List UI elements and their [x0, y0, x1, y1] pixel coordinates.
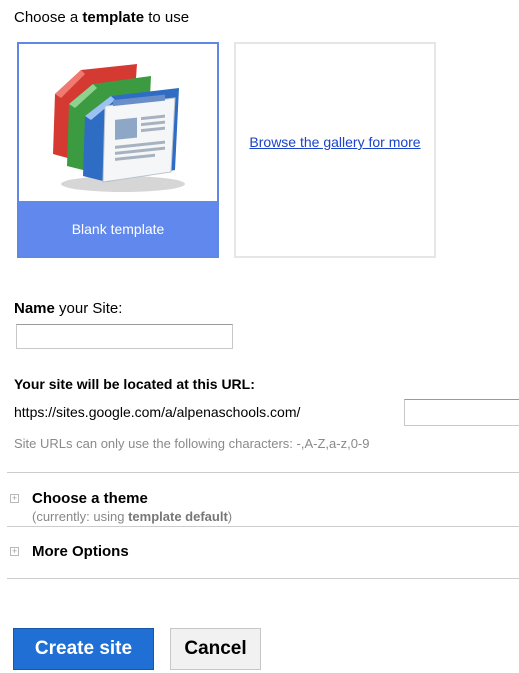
site-url-input[interactable]: [404, 399, 519, 426]
site-name-label: Name your Site:: [14, 300, 122, 317]
blank-template-tile[interactable]: Blank template: [17, 42, 219, 258]
name-label-bold: Name: [14, 300, 55, 317]
browse-gallery-link[interactable]: Browse the gallery for more: [240, 132, 430, 152]
theme-status-suffix: ): [227, 509, 233, 524]
site-name-input[interactable]: [16, 324, 233, 349]
template-thumbnail: [19, 44, 217, 201]
heading-bold: template: [82, 9, 145, 26]
create-site-button[interactable]: Create site: [13, 628, 154, 670]
url-heading: Your site will be located at this URL:: [14, 376, 255, 392]
divider: [7, 526, 519, 527]
cancel-button[interactable]: Cancel: [170, 628, 261, 670]
more-options-title: More Options: [32, 543, 129, 560]
expand-plus-icon[interactable]: +: [10, 547, 19, 556]
divider: [7, 578, 519, 579]
theme-status: (currently: using template default): [32, 509, 232, 524]
heading-prefix: Choose a: [14, 9, 83, 26]
url-prefix: https://sites.google.com/a/alpenaschools…: [14, 404, 301, 420]
heading-suffix: to use: [144, 9, 190, 26]
url-hint: Site URLs can only use the following cha…: [14, 436, 370, 451]
blank-template-label: Blank template: [19, 201, 217, 256]
theme-title: Choose a theme: [32, 490, 148, 507]
template-heading: Choose a template to use: [14, 9, 189, 26]
name-label-rest: your Site:: [54, 300, 123, 317]
sites-template-icon: [53, 64, 185, 192]
theme-status-bold: template default: [128, 509, 228, 524]
divider: [7, 472, 519, 473]
expand-plus-icon[interactable]: +: [10, 494, 19, 503]
gallery-tile: Browse the gallery for more: [234, 42, 436, 258]
theme-status-prefix: (currently: using: [32, 509, 129, 524]
